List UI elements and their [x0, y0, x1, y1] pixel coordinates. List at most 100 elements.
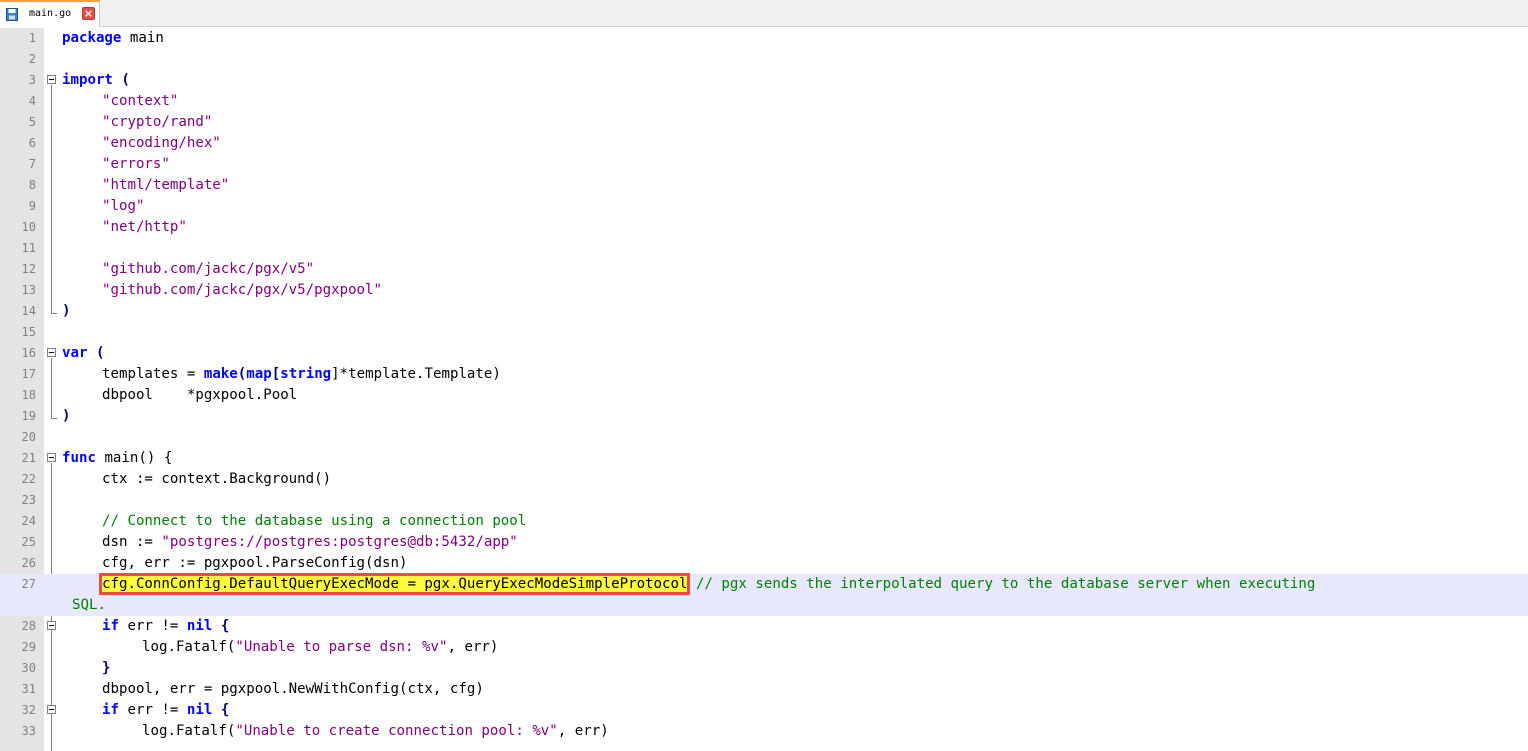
- code-line: 28 if err != nil {: [0, 616, 1528, 637]
- line-number: 8: [28, 178, 36, 192]
- code-line: 26 cfg, err := pgxpool.ParseConfig(dsn): [0, 553, 1528, 574]
- line-number: 19: [21, 409, 36, 423]
- code-text: log.Fatalf(: [142, 639, 236, 655]
- line-number: 24: [21, 514, 36, 528]
- code-line: 20: [0, 427, 1528, 448]
- code-text: [: [271, 366, 281, 382]
- line-number: 30: [21, 661, 36, 675]
- code-line: 8 "html/template": [0, 175, 1528, 196]
- code-line: 4 "context": [0, 91, 1528, 112]
- string-literal: "errors": [102, 156, 170, 172]
- string-literal: "net/http": [102, 219, 187, 235]
- string-literal: "crypto/rand": [102, 114, 213, 130]
- code-text: ]*template.Template): [331, 366, 501, 382]
- tab-bar: main.go ×: [0, 0, 1528, 27]
- code-text: err !=: [118, 618, 187, 634]
- code-line: 12 "github.com/jackc/pgx/v5": [0, 259, 1528, 280]
- line-number: 9: [28, 199, 36, 213]
- fold-toggle-icon[interactable]: [47, 621, 56, 630]
- code-line: 13 "github.com/jackc/pgx/v5/pgxpool": [0, 280, 1528, 301]
- code-line: 19 ): [0, 406, 1528, 427]
- save-disk-icon: [6, 8, 18, 21]
- line-number: 3: [28, 73, 36, 87]
- code-line: 23: [0, 490, 1528, 511]
- string-literal: "postgres://postgres:postgres@db:5432/ap…: [161, 534, 518, 550]
- tab-main-go[interactable]: main.go ×: [0, 0, 100, 27]
- code-text: (: [237, 366, 247, 382]
- fold-toggle-icon[interactable]: [47, 75, 56, 84]
- fold-toggle-icon[interactable]: [47, 453, 56, 462]
- comment-continuation: SQL.: [72, 597, 106, 613]
- line-number: 7: [28, 157, 36, 171]
- line-number: 33: [21, 724, 36, 738]
- code-line: 5 "crypto/rand": [0, 112, 1528, 133]
- code-line: 24 // Connect to the database using a co…: [0, 511, 1528, 532]
- line-number: 31: [21, 682, 36, 696]
- code-text: , err): [557, 723, 609, 739]
- code-text: {: [212, 618, 230, 634]
- keyword: var: [62, 345, 88, 361]
- line-number: 22: [21, 472, 36, 486]
- line-number: 23: [21, 493, 36, 507]
- string-literal: "html/template": [102, 177, 230, 193]
- keyword: make: [203, 366, 238, 382]
- code-line: 16 var (: [0, 343, 1528, 364]
- keyword: if: [102, 702, 119, 718]
- code-text: (: [112, 72, 130, 88]
- line-number: 26: [21, 556, 36, 570]
- code-line: 6 "encoding/hex": [0, 133, 1528, 154]
- code-line: 29 log.Fatalf("Unable to parse dsn: %v",…: [0, 637, 1528, 658]
- line-number: 29: [21, 640, 36, 654]
- line-number: 4: [28, 94, 36, 108]
- code-line: 2: [0, 49, 1528, 70]
- highlighted-code: cfg.ConnConfig.DefaultQueryExecMode = pg…: [98, 573, 691, 595]
- line-number: 27: [21, 577, 36, 591]
- line-number: 32: [21, 703, 36, 717]
- fold-toggle-icon[interactable]: [47, 705, 56, 714]
- code-text: dbpool, err = pgxpool.NewWithConfig(ctx,…: [102, 681, 484, 697]
- code-line: 1 package main: [0, 28, 1528, 49]
- string-literal: "log": [102, 198, 145, 214]
- keyword: import: [62, 72, 113, 88]
- line-number: 18: [21, 388, 36, 402]
- line-number: 5: [28, 115, 36, 129]
- code-text: main: [121, 30, 164, 46]
- line-number: 15: [21, 325, 36, 339]
- code-text: dsn :=: [102, 534, 162, 550]
- code-text: main() {: [95, 450, 173, 466]
- fold-toggle-icon[interactable]: [47, 348, 56, 357]
- code-text: err !=: [118, 702, 187, 718]
- keyword: string: [280, 366, 332, 382]
- code-editor[interactable]: 1 package main 2 3 import ( 4 "context" …: [0, 28, 1528, 751]
- comment: // Connect to the database using a conne…: [102, 513, 527, 529]
- line-number: 28: [21, 619, 36, 633]
- code-line: 11: [0, 238, 1528, 259]
- line-number: 14: [21, 304, 36, 318]
- line-number: 6: [28, 136, 36, 150]
- code-line: 7 "errors": [0, 154, 1528, 175]
- line-number: 10: [21, 220, 36, 234]
- line-number: 12: [21, 262, 36, 276]
- string-literal: "github.com/jackc/pgx/v5/pgxpool": [102, 282, 383, 298]
- current-code-line: 27 cfg.ConnConfig.DefaultQueryExecMode =…: [0, 573, 1528, 616]
- code-text: dbpool *pgxpool.Pool: [102, 387, 298, 403]
- code-line: 10 "net/http": [0, 217, 1528, 238]
- code-text: {: [212, 702, 230, 718]
- code-line: 14 ): [0, 301, 1528, 322]
- keyword: nil: [186, 618, 213, 634]
- code-line: 3 import (: [0, 70, 1528, 91]
- keyword: if: [102, 618, 119, 634]
- code-text: templates =: [102, 366, 204, 382]
- close-icon[interactable]: ×: [82, 7, 95, 20]
- string-literal: "github.com/jackc/pgx/v5": [102, 261, 315, 277]
- code-text: cfg, err := pgxpool.ParseConfig(dsn): [102, 555, 408, 571]
- code-text: ): [62, 303, 71, 319]
- line-number: 25: [21, 535, 36, 549]
- keyword: map: [246, 366, 272, 382]
- string-literal: "Unable to create connection pool: %v": [235, 723, 558, 739]
- line-number: 11: [21, 241, 36, 255]
- string-literal: "context": [102, 93, 179, 109]
- code-text: }: [102, 660, 111, 676]
- code-line: 18 dbpool *pgxpool.Pool: [0, 385, 1528, 406]
- string-literal: "encoding/hex": [102, 135, 221, 151]
